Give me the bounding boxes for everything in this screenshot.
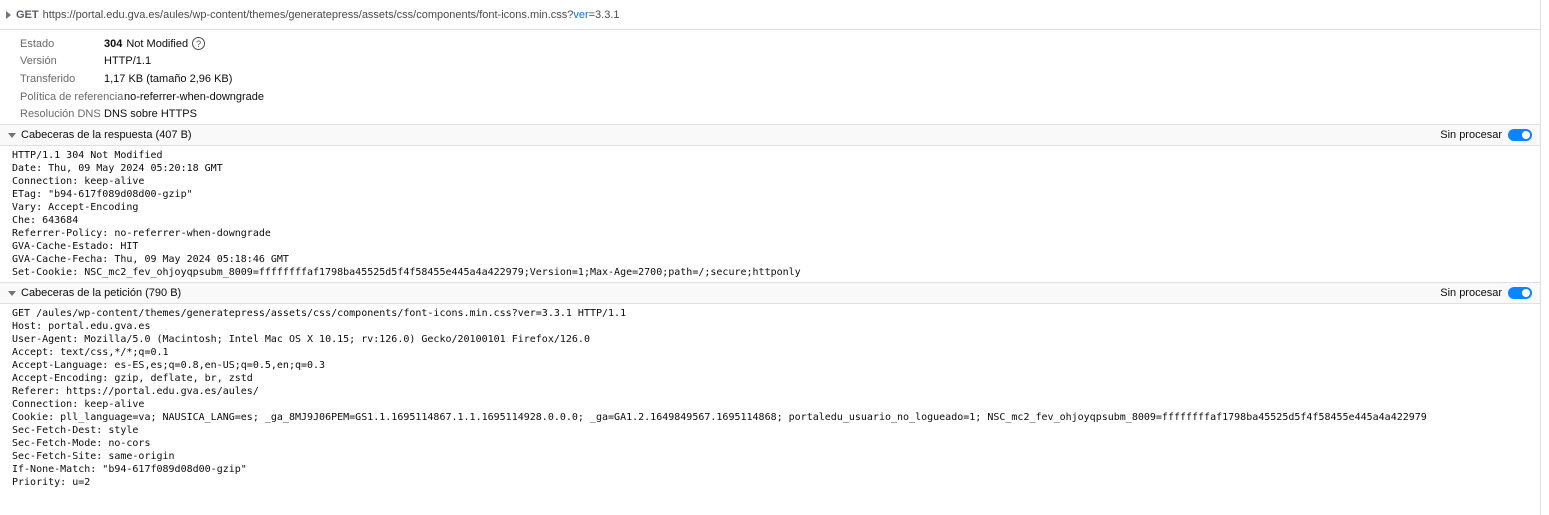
request-url-row[interactable]: GET https://portal.edu.gva.es/aules/wp-c… bbox=[0, 0, 1540, 30]
status-label: Estado bbox=[20, 37, 55, 50]
url-base: https://portal.edu.gva.es/aules/wp-conte… bbox=[42, 8, 574, 21]
request-headers-title: Cabeceras de la petición (790 B) bbox=[21, 287, 182, 299]
response-raw-label: Sin procesar bbox=[1440, 129, 1502, 141]
request-header-line: Accept: text/css,*/*;q=0.1 bbox=[12, 347, 169, 358]
policy-value: no-referrer-when-downgrade bbox=[124, 90, 265, 103]
url-param-key: ver bbox=[573, 8, 589, 21]
transfer-value: 1,17 KB (tamaño 2,96 KB) bbox=[104, 72, 233, 85]
expand-triangle-icon[interactable] bbox=[6, 10, 11, 19]
dns-value: DNS sobre HTTPS bbox=[104, 108, 197, 121]
request-header-line: User-Agent: Mozilla/5.0 (Macintosh; Inte… bbox=[12, 334, 590, 345]
request-raw-toggle[interactable] bbox=[1508, 287, 1532, 299]
request-header-line: GET /aules/wp-content/themes/generatepre… bbox=[12, 308, 627, 319]
summary-transfer-row: Transferido 1,17 KB (tamaño 2,96 KB) bbox=[20, 70, 1540, 88]
request-url: https://portal.edu.gva.es/aules/wp-conte… bbox=[43, 9, 620, 21]
response-headers-header[interactable]: Cabeceras de la respuesta (407 B) Sin pr… bbox=[0, 124, 1540, 146]
request-raw-toggle-group[interactable]: Sin procesar bbox=[1440, 287, 1532, 299]
request-header-line: Priority: u=2 bbox=[12, 477, 91, 488]
request-raw-label: Sin procesar bbox=[1440, 287, 1502, 299]
summary-dns-row: Resolución DNS DNS sobre HTTPS bbox=[20, 105, 1540, 123]
summary-panel: Estado 304 Not Modified ? Versión HTTP/1… bbox=[0, 30, 1540, 124]
dns-label: Resolución DNS bbox=[20, 108, 101, 121]
response-raw-toggle[interactable] bbox=[1508, 129, 1532, 141]
response-header-line: Connection: keep-alive bbox=[12, 176, 145, 187]
status-value: 304 Not Modified ? bbox=[104, 37, 206, 51]
status-text: Not Modified bbox=[126, 37, 189, 50]
request-header-line: Sec-Fetch-Mode: no-cors bbox=[12, 438, 151, 449]
response-header-line: Date: Thu, 09 May 2024 05:20:18 GMT bbox=[12, 163, 223, 174]
response-headers-title: Cabeceras de la respuesta (407 B) bbox=[21, 129, 192, 141]
url-param-value: =3.3.1 bbox=[588, 8, 620, 21]
response-header-line: GVA-Cache-Estado: HIT bbox=[12, 241, 139, 252]
request-header-line: Sec-Fetch-Site: same-origin bbox=[12, 451, 175, 462]
response-raw-toggle-group[interactable]: Sin procesar bbox=[1440, 129, 1532, 141]
request-header-line: Sec-Fetch-Dest: style bbox=[12, 425, 139, 436]
request-headers-header[interactable]: Cabeceras de la petición (790 B) Sin pro… bbox=[0, 282, 1540, 304]
summary-version-row: Versión HTTP/1.1 bbox=[20, 53, 1540, 71]
summary-policy-row: Política de referencia no-referrer-when-… bbox=[20, 88, 1540, 106]
request-header-line: Accept-Encoding: gzip, deflate, br, zstd bbox=[12, 373, 253, 384]
request-header-line: If-None-Match: "b94-617f089d08d00-gzip" bbox=[12, 464, 247, 475]
response-header-line: GVA-Cache-Fecha: Thu, 09 May 2024 05:18:… bbox=[12, 254, 289, 265]
request-headers-raw: GET /aules/wp-content/themes/generatepre… bbox=[0, 304, 1540, 492]
request-method: GET bbox=[16, 8, 39, 21]
request-header-line: Connection: keep-alive bbox=[12, 399, 145, 410]
request-header-line: Host: portal.edu.gva.es bbox=[12, 321, 151, 332]
collapse-triangle-icon[interactable] bbox=[8, 290, 16, 296]
response-header-line: Referrer-Policy: no-referrer-when-downgr… bbox=[12, 228, 271, 239]
summary-status-row: Estado 304 Not Modified ? bbox=[20, 35, 1540, 53]
version-label: Versión bbox=[20, 55, 57, 68]
transfer-label: Transferido bbox=[20, 72, 76, 85]
response-header-line: HTTP/1.1 304 Not Modified bbox=[12, 150, 163, 161]
response-header-line: Set-Cookie: NSC_mc2_fev_ohjoyqpsubm_8009… bbox=[12, 267, 801, 278]
response-header-line: Vary: Accept-Encoding bbox=[12, 202, 139, 213]
collapse-triangle-icon[interactable] bbox=[8, 132, 16, 138]
response-header-line: Che: 643684 bbox=[12, 215, 79, 226]
request-header-line: Referer: https://portal.edu.gva.es/aules… bbox=[12, 386, 259, 397]
request-header-line: Accept-Language: es-ES,es;q=0.8,en-US;q=… bbox=[12, 360, 326, 371]
version-value: HTTP/1.1 bbox=[104, 55, 152, 68]
request-header-line: Cookie: pll_language=va; NAUSICA_LANG=es… bbox=[12, 412, 1427, 423]
panel-right-edge bbox=[1540, 0, 1549, 515]
response-header-line: ETag: "b94-617f089d08d00-gzip" bbox=[12, 189, 193, 200]
status-code: 304 bbox=[104, 37, 123, 50]
response-headers-raw: HTTP/1.1 304 Not Modified Date: Thu, 09 M… bbox=[0, 146, 1540, 282]
help-question-icon[interactable]: ? bbox=[192, 37, 206, 51]
policy-label: Política de referencia bbox=[20, 90, 124, 103]
